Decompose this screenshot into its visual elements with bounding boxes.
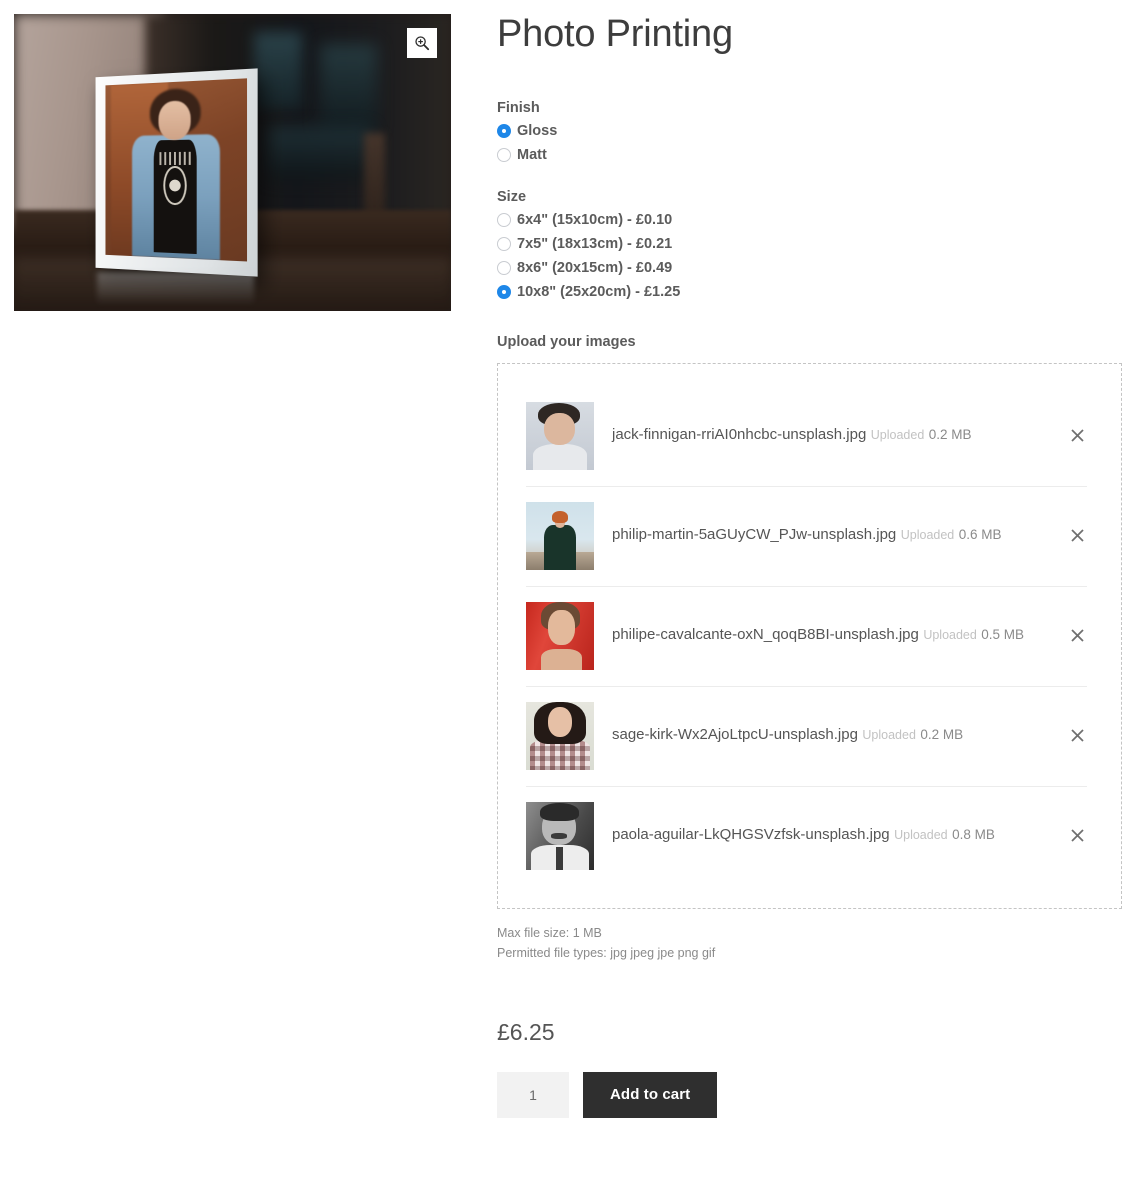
file-thumbnail (526, 601, 594, 670)
finish-option-label: Matt (517, 146, 547, 163)
list-item: philipe-cavalcante-oxN_qoqB8BI-unsplash.… (526, 585, 1093, 686)
max-file-size-note: Max file size: 1 MB (497, 925, 602, 940)
list-item: philip-martin-5aGUyCW_PJw-unsplash.jpg U… (526, 485, 1093, 586)
image-framed-photo (105, 78, 248, 262)
thumb-body (544, 524, 576, 570)
file-name: jack-finnigan-rriAI0nhcbc-unsplash.jpg (612, 426, 867, 444)
file-size: 0.2 MB (928, 427, 972, 443)
zoom-image-button[interactable] (407, 28, 437, 58)
list-item: jack-finnigan-rriAI0nhcbc-unsplash.jpg U… (526, 386, 1093, 486)
thumb-face (543, 412, 575, 446)
finish-legend: Finish (497, 99, 540, 116)
file-name: sage-kirk-Wx2AjoLtpcU-unsplash.jpg (612, 726, 858, 744)
file-status: Uploaded (862, 728, 916, 743)
file-thumbnail (526, 801, 594, 870)
image-shelf-blur-3 (267, 126, 373, 181)
list-item: sage-kirk-Wx2AjoLtpcU-unsplash.jpg Uploa… (526, 685, 1093, 786)
thumb-face (547, 707, 573, 738)
upload-constraints: Max file size: 1 MB Permitted file types… (497, 923, 1122, 963)
product-page: Photo Printing Finish Gloss Matt Size 6x… (0, 0, 1148, 1200)
add-to-cart-button[interactable]: Add to cart (583, 1071, 718, 1118)
close-icon (1070, 829, 1084, 842)
radio-size-10x8[interactable] (497, 284, 511, 299)
thumb-body (532, 443, 588, 470)
upload-legend: Upload your images (497, 333, 636, 350)
option-group-size: Size 6x4" (15x10cm) - £0.10 7x5" (18x13c… (497, 189, 1122, 300)
option-group-finish: Finish Gloss Matt (497, 100, 1122, 163)
file-thumbnail (526, 401, 594, 470)
size-option-10x8[interactable]: 10x8" (25x20cm) - £1.25 (497, 284, 1122, 300)
image-picture-frame (96, 68, 259, 278)
thumb-hair (539, 803, 580, 821)
product-details: Photo Printing Finish Gloss Matt Size 6x… (497, 13, 1122, 1118)
image-shelf-blur-1 (254, 31, 303, 110)
finish-option-gloss[interactable]: Gloss (497, 123, 1122, 139)
size-legend: Size (497, 188, 527, 205)
product-price: £6.25 (497, 1018, 555, 1045)
thumb-face (547, 609, 575, 646)
size-option-6x4[interactable]: 6x4" (15x10cm) - £0.10 (497, 212, 1122, 228)
upload-dropzone[interactable]: jack-finnigan-rriAI0nhcbc-unsplash.jpg U… (497, 362, 1122, 909)
file-status: Uploaded (894, 828, 948, 843)
radio-size-8x6[interactable] (497, 260, 511, 275)
file-size: 0.6 MB (958, 527, 1002, 543)
file-thumbnail (526, 701, 594, 770)
add-to-cart-form: Add to cart (497, 1071, 1122, 1118)
close-icon (1070, 729, 1084, 742)
file-meta: jack-finnigan-rriAI0nhcbc-unsplash.jpg U… (612, 425, 1055, 446)
size-option-7x5[interactable]: 7x5" (18x13cm) - £0.21 (497, 236, 1122, 252)
list-item: paola-aguilar-LkQHGSVzfsk-unsplash.jpg U… (526, 785, 1093, 886)
file-status: Uploaded (923, 628, 977, 643)
radio-size-7x5[interactable] (497, 236, 511, 251)
file-status: Uploaded (870, 428, 925, 443)
image-photo-shirt-print-top (159, 152, 192, 166)
permitted-types-note: Permitted file types: jpg jpeg jpe png g… (497, 945, 716, 960)
file-name: philipe-cavalcante-oxN_qoqB8BI-unsplash.… (612, 626, 919, 644)
file-status: Uploaded (900, 528, 955, 543)
remove-file-button[interactable] (1065, 624, 1089, 648)
close-icon (1070, 629, 1084, 642)
radio-gloss[interactable] (497, 123, 511, 138)
file-meta: sage-kirk-Wx2AjoLtpcU-unsplash.jpg Uploa… (612, 725, 1055, 746)
remove-file-button[interactable] (1065, 424, 1089, 448)
finish-option-label: Gloss (517, 122, 558, 139)
file-name: paola-aguilar-LkQHGSVzfsk-unsplash.jpg (612, 826, 890, 844)
close-icon (1070, 429, 1084, 442)
size-option-label: 10x8" (25x20cm) - £1.25 (517, 283, 681, 300)
thumb-hair (551, 511, 569, 523)
file-meta: philipe-cavalcante-oxN_qoqB8BI-unsplash.… (612, 625, 1055, 646)
remove-file-button[interactable] (1065, 824, 1089, 848)
file-size: 0.8 MB (952, 827, 995, 843)
file-size: 0.2 MB (920, 727, 964, 743)
remove-file-button[interactable] (1065, 724, 1089, 748)
close-icon (1070, 529, 1084, 542)
file-size: 0.5 MB (981, 627, 1025, 643)
remove-file-button[interactable] (1065, 524, 1089, 548)
file-thumbnail (526, 501, 594, 570)
product-image[interactable] (14, 14, 451, 311)
page-title: Photo Printing (497, 13, 733, 55)
thumb-body (540, 649, 582, 670)
size-option-8x6[interactable]: 8x6" (20x15cm) - £0.49 (497, 260, 1122, 276)
image-shelf-blur-2 (319, 43, 377, 133)
thumb-shirt (530, 739, 590, 770)
file-name: philip-martin-5aGUyCW_PJw-unsplash.jpg (612, 526, 897, 544)
file-meta: paola-aguilar-LkQHGSVzfsk-unsplash.jpg U… (612, 825, 1055, 846)
magnifier-plus-icon (415, 36, 430, 51)
file-meta: philip-martin-5aGUyCW_PJw-unsplash.jpg U… (612, 525, 1055, 546)
image-frame-reflection (97, 272, 255, 306)
radio-matt[interactable] (497, 147, 511, 162)
size-option-label: 8x6" (20x15cm) - £0.49 (517, 259, 673, 276)
radio-size-6x4[interactable] (497, 212, 511, 227)
product-gallery[interactable] (14, 14, 451, 311)
finish-option-matt[interactable]: Matt (497, 147, 1122, 163)
size-option-label: 6x4" (15x10cm) - £0.10 (517, 211, 673, 228)
thumb-tie (555, 846, 564, 870)
size-option-label: 7x5" (18x13cm) - £0.21 (517, 235, 673, 252)
quantity-input[interactable] (497, 1071, 569, 1118)
thumb-moustache (551, 833, 568, 839)
